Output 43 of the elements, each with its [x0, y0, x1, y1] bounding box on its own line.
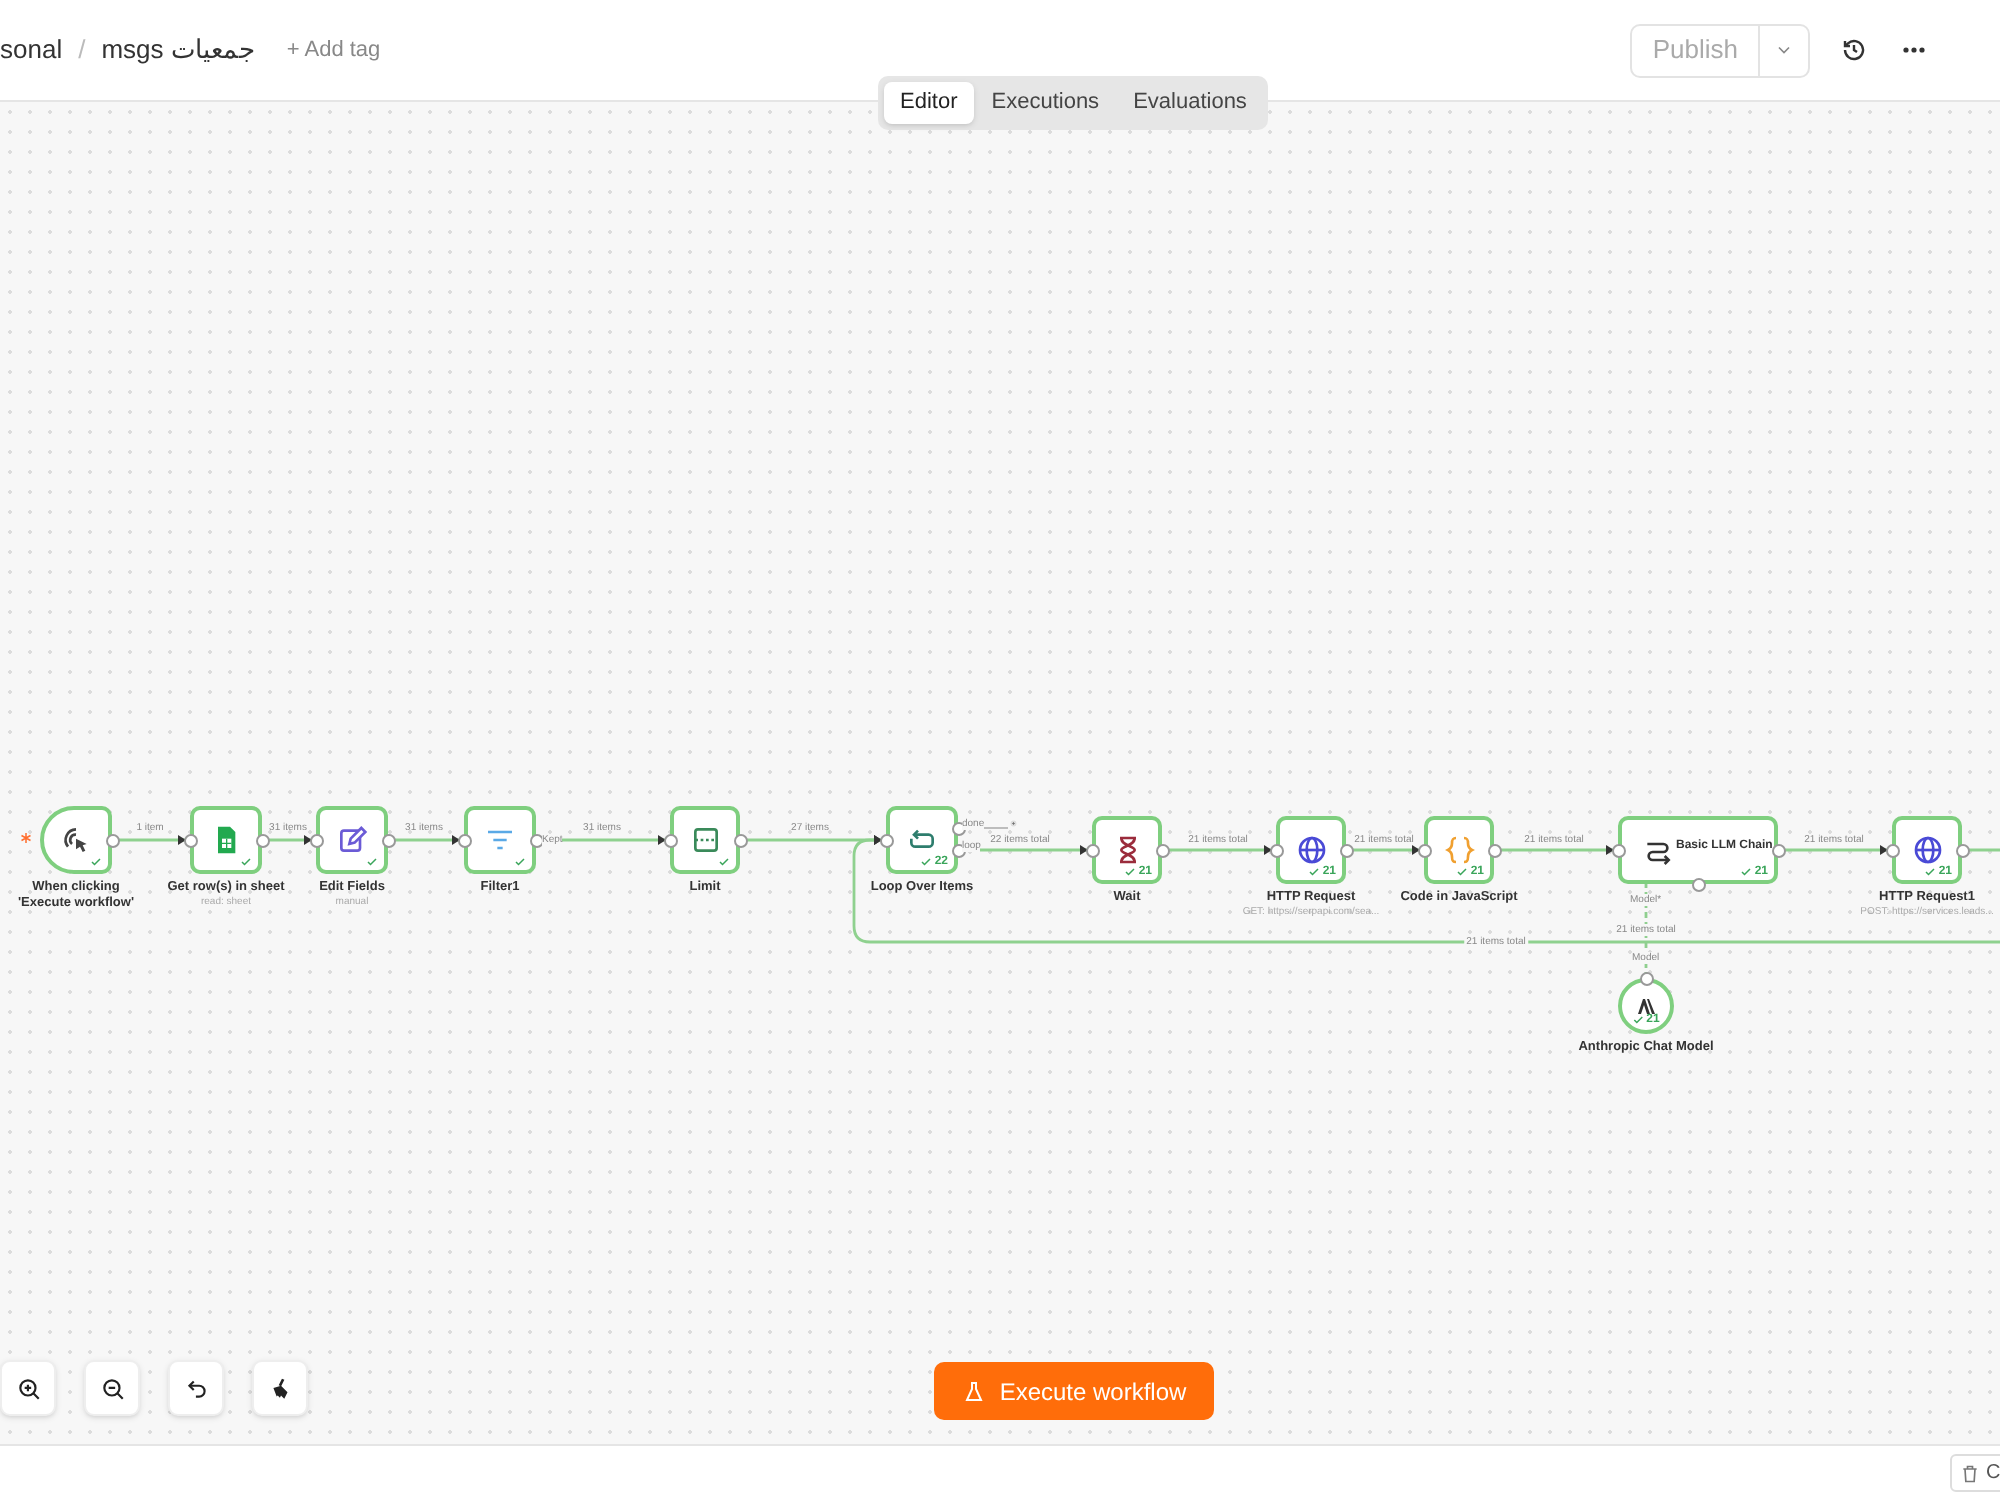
- zoom-in-button[interactable]: [0, 1360, 56, 1416]
- pencil-square-icon: [336, 824, 368, 856]
- connection-handle[interactable]: [1639, 971, 1653, 985]
- workflow-node[interactable]: [670, 806, 740, 874]
- cursor-click-icon: [60, 824, 92, 856]
- workflow-node[interactable]: [40, 806, 112, 874]
- view-tab[interactable]: Evaluations: [1117, 82, 1263, 124]
- view-tab[interactable]: Editor: [884, 82, 974, 124]
- globe-icon: [1295, 834, 1327, 866]
- clear-button[interactable]: C: [1950, 1454, 2000, 1492]
- zoom-out-icon: [99, 1375, 125, 1401]
- braces-icon: [1443, 834, 1475, 866]
- connection-handle[interactable]: [309, 833, 323, 847]
- breadcrumb-separator: /: [78, 32, 86, 69]
- history-icon[interactable]: [1842, 38, 1866, 62]
- trash-icon: [1960, 1463, 1980, 1483]
- more-icon[interactable]: [1902, 46, 1926, 54]
- connection-handle[interactable]: [879, 833, 893, 847]
- add-tag-button[interactable]: + Add tag: [286, 33, 381, 67]
- workflow-node[interactable]: [190, 806, 262, 874]
- connection-handle[interactable]: [1085, 843, 1099, 857]
- connection-handle[interactable]: [1611, 843, 1625, 857]
- view-tab[interactable]: Executions: [975, 82, 1116, 124]
- execute-workflow-button[interactable]: Execute workflow: [934, 1362, 1214, 1420]
- workflow-node[interactable]: [316, 806, 388, 874]
- connection-handle[interactable]: [457, 833, 471, 847]
- workflow-name[interactable]: msgs جمعيات: [101, 30, 255, 70]
- flask-icon: [961, 1379, 986, 1403]
- undo-icon: [183, 1375, 209, 1401]
- connection-handle[interactable]: [183, 833, 197, 847]
- dashed-box-icon: [689, 824, 721, 856]
- globe-icon: [1911, 834, 1943, 866]
- undo-button[interactable]: [168, 1360, 224, 1416]
- zoom-out-button[interactable]: [84, 1360, 140, 1416]
- connection-handle[interactable]: [1885, 843, 1899, 857]
- zoom-in-icon: [15, 1375, 41, 1401]
- connection-handle[interactable]: [1269, 843, 1283, 857]
- broom-button[interactable]: [252, 1360, 308, 1416]
- workflow-node[interactable]: [464, 806, 536, 874]
- connection-handle[interactable]: [1417, 843, 1431, 857]
- breadcrumb-link[interactable]: sonal: [0, 30, 63, 70]
- trigger-star-icon: [20, 832, 32, 844]
- connection-handle[interactable]: [663, 833, 677, 847]
